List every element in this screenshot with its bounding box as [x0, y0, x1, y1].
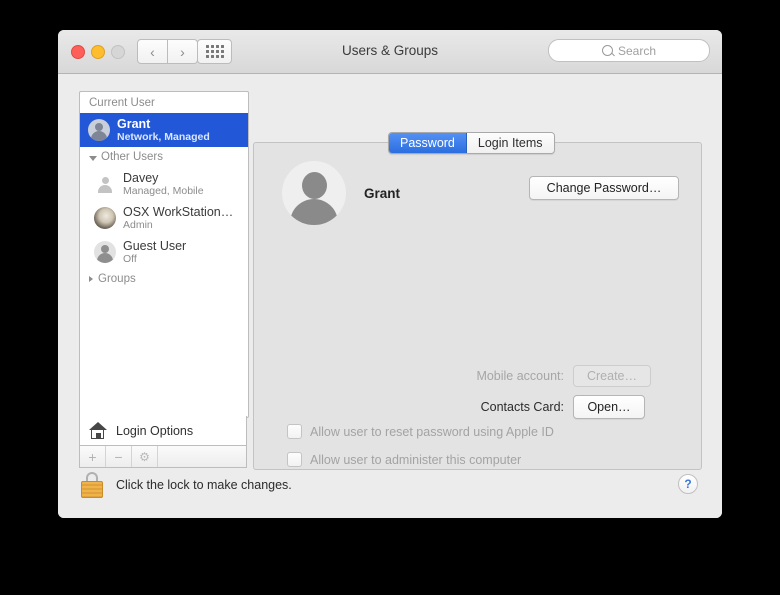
- avatar: [94, 241, 116, 263]
- sidebar-item-status: Network, Managed: [117, 131, 210, 144]
- search-placeholder: Search: [617, 43, 657, 58]
- mobile-account-row: Mobile account: Create…: [439, 365, 651, 387]
- login-options-label: Login Options: [116, 423, 194, 438]
- checkbox-administer: [287, 452, 302, 467]
- search-icon: [601, 45, 613, 56]
- users-and-groups-window: ‹ › Users & Groups Search Current User G…: [58, 30, 722, 518]
- checkbox-reset-password-label: Allow user to reset password using Apple…: [310, 424, 554, 439]
- user-header: Grant: [282, 161, 400, 225]
- contacts-card-label: Contacts Card:: [480, 400, 564, 414]
- sidebar-toolbar: + − ⚙: [79, 446, 247, 468]
- avatar: [94, 207, 116, 229]
- window-titlebar: ‹ › Users & Groups Search: [58, 30, 722, 74]
- contacts-card-row: Contacts Card: Open…: [439, 395, 645, 419]
- groups-label: Groups: [98, 273, 136, 285]
- checkbox-reset-password: [287, 424, 302, 439]
- sidebar-item-status: Admin: [123, 219, 153, 232]
- sidebar-item-status: Off: [123, 253, 137, 266]
- remove-user-button[interactable]: −: [106, 446, 132, 467]
- other-users-label: Other Users: [101, 151, 163, 163]
- tab-login-items[interactable]: Login Items: [466, 133, 554, 153]
- chevron-down-icon: [89, 155, 97, 161]
- create-mobile-account-button: Create…: [573, 365, 651, 387]
- home-icon: [89, 422, 108, 439]
- user-avatar[interactable]: [282, 161, 346, 225]
- lock-message: Click the lock to make changes.: [116, 478, 292, 492]
- window-content: Current User Grant Network, Managed Othe…: [58, 74, 722, 518]
- login-options-row[interactable]: Login Options: [79, 416, 247, 446]
- mobile-account-label: Mobile account:: [476, 369, 564, 383]
- checkbox-row-administer: Allow user to administer this computer: [287, 452, 521, 467]
- sidebar-item-osx-workstation[interactable]: OSX WorkStation… Admin: [80, 201, 248, 235]
- help-button[interactable]: ?: [678, 474, 698, 494]
- other-users-header[interactable]: Other Users: [80, 147, 248, 167]
- toolbar-filler: [158, 446, 246, 467]
- sidebar-item-davey[interactable]: Davey Managed, Mobile: [80, 167, 248, 201]
- lock-icon[interactable]: [81, 472, 103, 498]
- open-contacts-card-button[interactable]: Open…: [573, 395, 645, 419]
- search-input[interactable]: Search: [548, 39, 710, 62]
- user-name-label: Grant: [364, 185, 401, 201]
- sidebar-item-guest-user[interactable]: Guest User Off: [80, 235, 248, 269]
- tab-bar: Password Login Items: [388, 132, 555, 154]
- gear-icon[interactable]: ⚙: [132, 446, 158, 467]
- users-sidebar: Current User Grant Network, Managed Othe…: [79, 91, 249, 418]
- avatar: [88, 119, 110, 141]
- sidebar-item-label: Davey: [123, 170, 159, 185]
- change-password-button[interactable]: Change Password…: [529, 176, 679, 200]
- current-user-header: Current User: [89, 97, 155, 109]
- sidebar-item-status: Managed, Mobile: [123, 185, 204, 198]
- avatar: [94, 173, 116, 195]
- lock-row: Click the lock to make changes.: [81, 472, 292, 498]
- checkbox-administer-label: Allow user to administer this computer: [310, 452, 522, 467]
- password-panel: Grant Change Password… Mobile account: C…: [253, 142, 702, 470]
- sidebar-item-label: Grant: [117, 116, 151, 131]
- chevron-right-icon: [89, 276, 93, 282]
- sidebar-item-label: Guest User: [123, 238, 187, 253]
- sidebar-item-grant[interactable]: Grant Network, Managed: [80, 113, 248, 147]
- sidebar-item-label: OSX WorkStation…: [123, 204, 234, 219]
- add-user-button[interactable]: +: [80, 446, 106, 467]
- checkbox-row-reset-password: Allow user to reset password using Apple…: [287, 424, 554, 439]
- groups-header[interactable]: Groups: [80, 269, 248, 289]
- tab-password[interactable]: Password: [389, 133, 467, 153]
